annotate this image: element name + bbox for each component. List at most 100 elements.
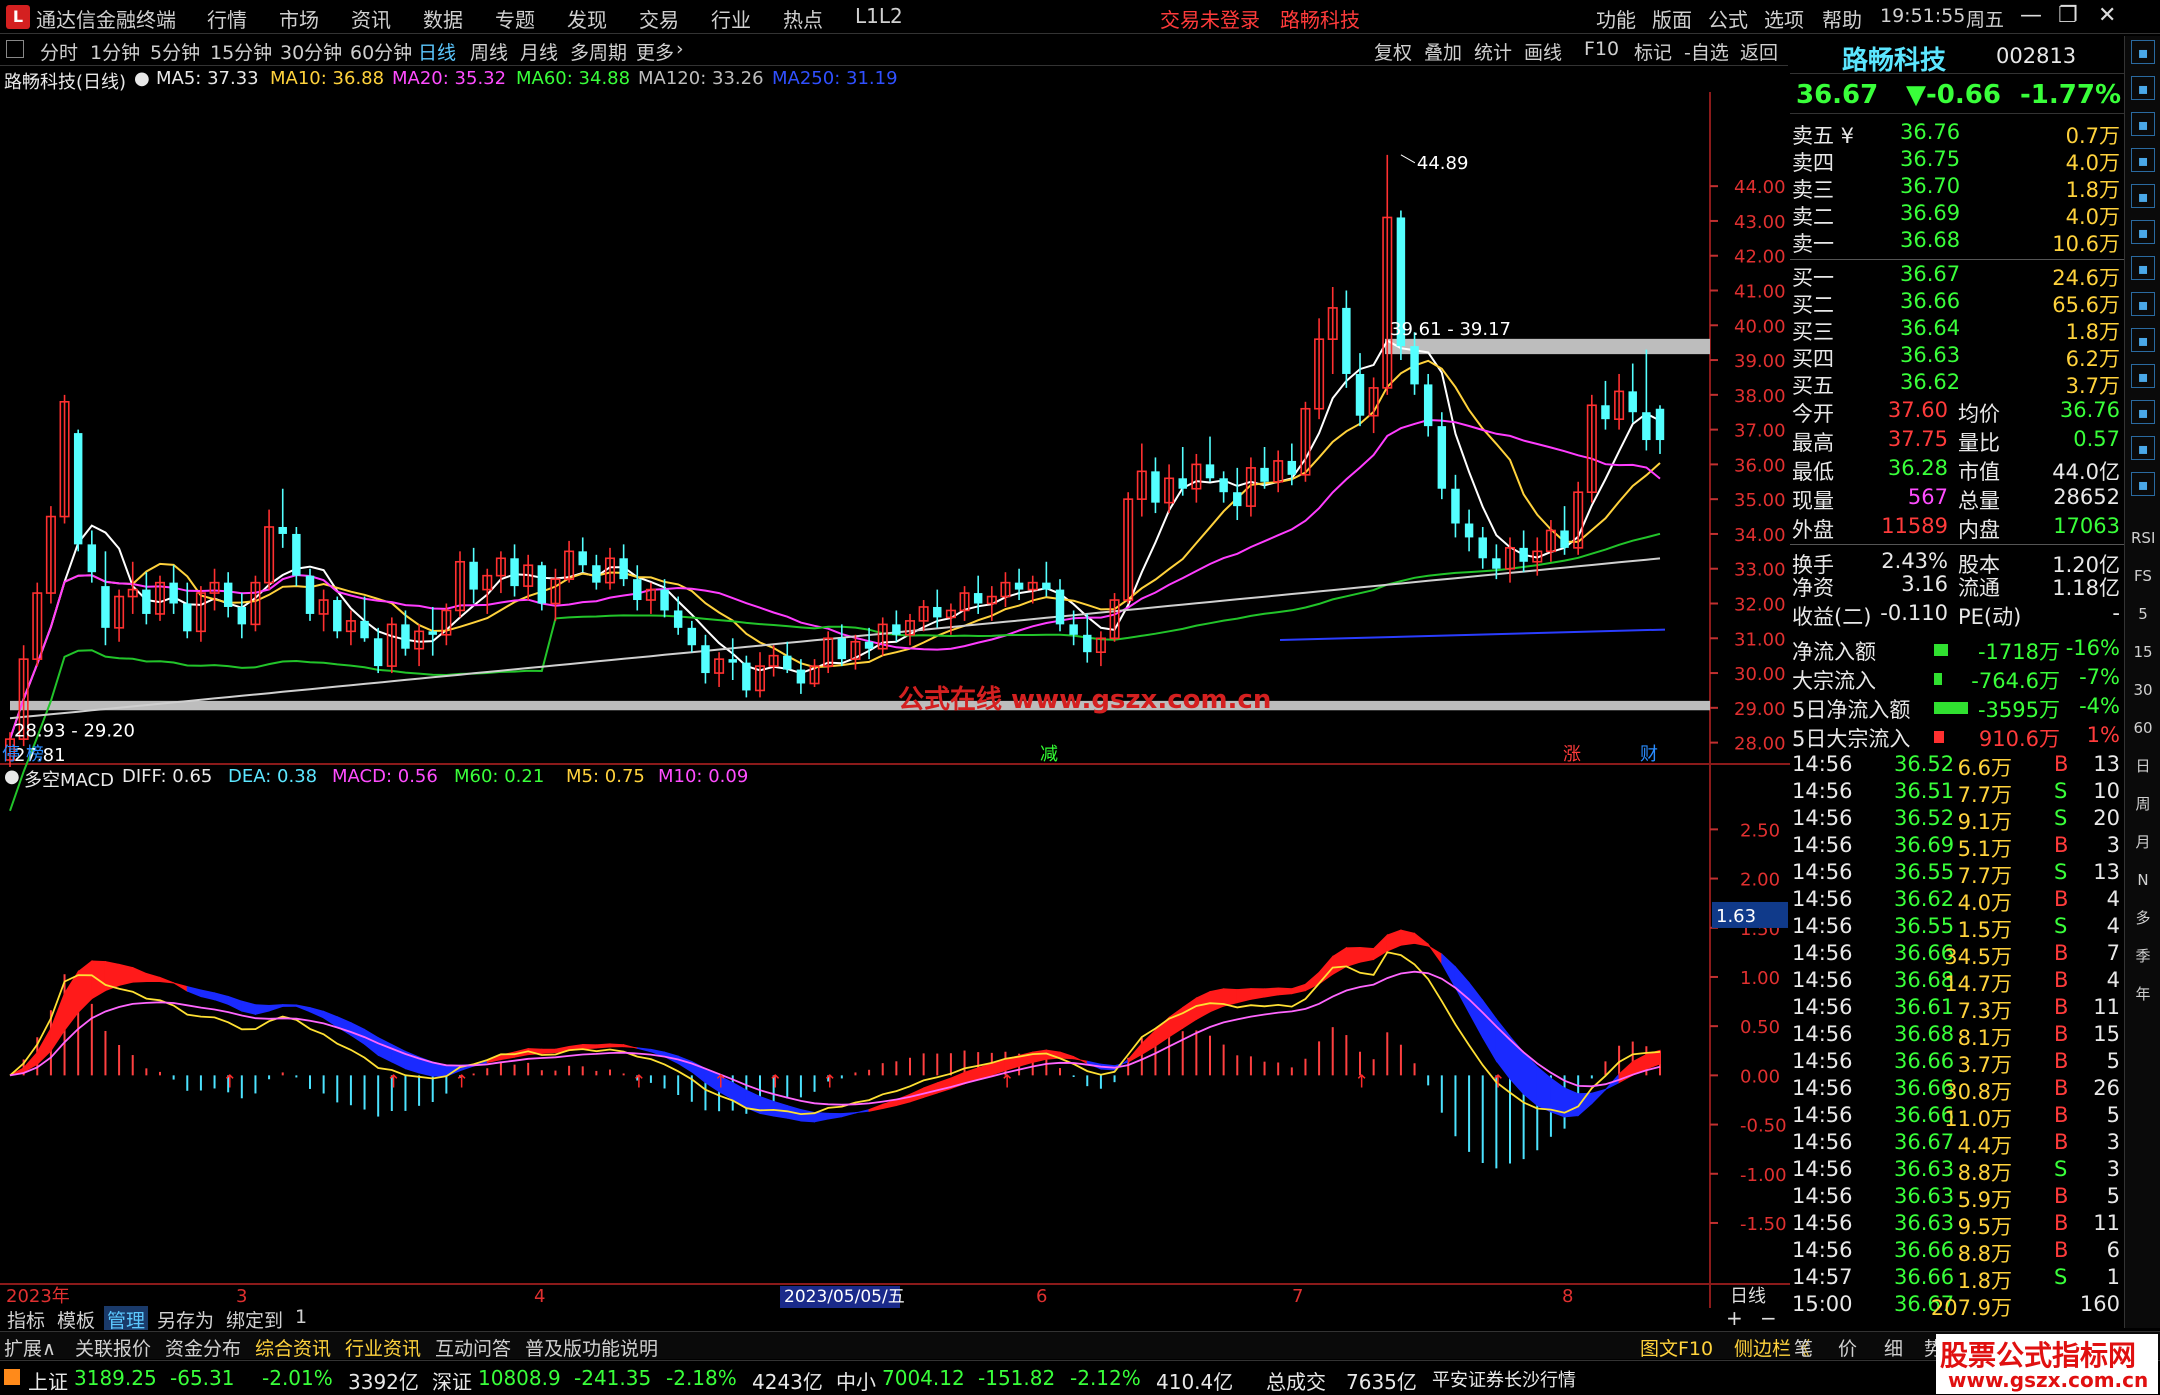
chart-area[interactable]: ↑ ↑ ↑ ↑ ↑ ↑ ↑ ↑ ↑ ↑ 44.0043.0042.0041.0040.0039.0… xyxy=(0,68,1790,1308)
order-sell-row[interactable]: 卖一 36.68 10.6万 xyxy=(1790,228,2124,256)
order-buy-row[interactable]: 买二 36.66 65.6万 xyxy=(1790,289,2124,317)
indicator-tab-5[interactable]: 1 xyxy=(292,1306,310,1330)
sidebar-label[interactable]: 多 xyxy=(2131,906,2155,930)
tab-xi[interactable]: 细 xyxy=(1884,1334,1903,1361)
period-tab-1min[interactable]: 1分钟 xyxy=(90,38,140,65)
toolbar-overlay[interactable]: 叠加 xyxy=(1424,38,1462,65)
menu-topics[interactable]: 专题 xyxy=(495,4,535,33)
sidebar-label[interactable]: 30 xyxy=(2131,678,2155,702)
macd-settings-icon[interactable]: ● xyxy=(4,766,20,787)
sidebar-label[interactable]: 5 xyxy=(2131,602,2155,626)
period-tab-60min[interactable]: 60分钟 xyxy=(350,38,412,65)
menu-hot[interactable]: 热点 xyxy=(783,4,823,33)
f10-icon[interactable]: ▪ xyxy=(2131,328,2155,352)
order-buy-row[interactable]: 买一 36.67 24.6万 xyxy=(1790,262,2124,290)
sidebar-label[interactable]: FS xyxy=(2131,564,2155,588)
menu-options[interactable]: 选项 xyxy=(1764,4,1804,33)
sidebar-label[interactable]: N xyxy=(2131,868,2155,892)
arrow-down-icon[interactable]: ▪ xyxy=(2131,112,2155,136)
toolbar-mark[interactable]: 标记 xyxy=(1634,38,1672,65)
list-icon[interactable]: ▪ xyxy=(2131,184,2155,208)
link-icon[interactable]: ▪ xyxy=(2131,436,2155,460)
flow-key: 5日大宗流入 xyxy=(1792,727,1911,751)
bottom-tab-6[interactable]: 普及版功能说明 xyxy=(525,1334,658,1361)
menu-data[interactable]: 数据 xyxy=(423,4,463,33)
menu-news[interactable]: 资讯 xyxy=(351,4,391,33)
menu-market[interactable]: 市场 xyxy=(279,4,319,33)
arrow-left-icon[interactable]: ▪ xyxy=(2131,40,2155,64)
toolbar-back[interactable]: 返回 xyxy=(1740,38,1778,65)
menu-trade[interactable]: 交易 xyxy=(639,4,679,33)
order-sell-row[interactable]: 卖五 ¥ 36.76 0.7万 xyxy=(1790,120,2124,148)
sidebar-label[interactable]: 月 xyxy=(2131,830,2155,854)
expand-icon[interactable] xyxy=(6,40,24,58)
tab-bi[interactable]: 笔 xyxy=(1794,1334,1813,1361)
macd-band xyxy=(636,1047,652,1053)
chart-settings-icon[interactable]: ● xyxy=(134,68,150,89)
indicator-tab-2[interactable]: 管理 xyxy=(104,1306,149,1332)
order-buy-row[interactable]: 买五 36.62 3.7万 xyxy=(1790,370,2124,398)
tools-icon[interactable]: ▪ xyxy=(2131,256,2155,280)
restore-icon[interactable]: ❐ xyxy=(2058,3,2078,28)
bottom-tab-2[interactable]: 资金分布 xyxy=(165,1334,241,1361)
globe-icon[interactable]: ▪ xyxy=(2131,472,2155,496)
toolbar-remove-watch[interactable]: -自选 xyxy=(1684,38,1729,65)
order-sell-row[interactable]: 卖四 36.75 4.0万 xyxy=(1790,147,2124,175)
menu-quotes[interactable]: 行情 xyxy=(207,4,247,33)
period-tab-30min[interactable]: 30分钟 xyxy=(280,38,342,65)
toolbar-fuquan[interactable]: 复权 xyxy=(1374,38,1412,65)
login-status[interactable]: 交易未登录 xyxy=(1160,4,1260,33)
zoom-out-icon[interactable]: − xyxy=(1760,1306,1777,1330)
toolbar-f10[interactable]: F10 xyxy=(1584,38,1619,60)
menu-layout[interactable]: 版面 xyxy=(1652,4,1692,33)
table-icon[interactable]: ▪ xyxy=(2131,400,2155,424)
bottom-tab-4[interactable]: 行业资讯 xyxy=(345,1334,421,1361)
sidebar-label[interactable]: 日 xyxy=(2131,754,2155,778)
sidebar-label[interactable]: 季 xyxy=(2131,944,2155,968)
menu-discover[interactable]: 发现 xyxy=(567,4,607,33)
minimize-icon[interactable]: — xyxy=(2020,3,2042,28)
period-tab-multi[interactable]: 多周期 xyxy=(570,38,627,65)
menu-industry[interactable]: 行业 xyxy=(711,4,751,33)
menu-help[interactable]: 帮助 xyxy=(1822,4,1862,33)
bottom-tab-0[interactable]: 扩展∧ xyxy=(4,1334,56,1361)
period-tab-15min[interactable]: 15分钟 xyxy=(210,38,272,65)
zoom-in-icon[interactable]: + xyxy=(1726,1306,1743,1330)
order-sell-row[interactable]: 卖三 36.70 1.8万 xyxy=(1790,174,2124,202)
bottom-tab-3[interactable]: 综合资讯 xyxy=(255,1334,331,1361)
order-sell-row[interactable]: 卖二 36.69 4.0万 xyxy=(1790,201,2124,229)
period-tab-5min[interactable]: 5分钟 xyxy=(150,38,200,65)
arrow-up-icon[interactable]: ▪ xyxy=(2131,76,2155,100)
indicator-tab-3[interactable]: 另存为 xyxy=(154,1306,217,1332)
sidebar-label[interactable]: RSI xyxy=(2131,526,2155,550)
bottom-tab-1[interactable]: 关联报价 xyxy=(75,1334,151,1361)
menu-function[interactable]: 功能 xyxy=(1596,4,1636,33)
sidebar-label[interactable]: 60 xyxy=(2131,716,2155,740)
order-buy-row[interactable]: 买三 36.64 1.8万 xyxy=(1790,316,2124,344)
chevron-right-icon[interactable]: › xyxy=(676,38,684,60)
period-tab-more[interactable]: 更多 xyxy=(636,38,674,65)
tab-jia[interactable]: 价 xyxy=(1838,1334,1857,1361)
menu-l1l2[interactable]: L1L2 xyxy=(855,4,903,28)
period-tab-monthly[interactable]: 月线 xyxy=(520,38,558,65)
toolbar-draw[interactable]: 画线 xyxy=(1524,38,1562,65)
indicator-tab-1[interactable]: 模板 xyxy=(54,1306,98,1332)
indicator-tab-0[interactable]: 指标 xyxy=(4,1306,48,1332)
close-icon[interactable]: ✕ xyxy=(2098,3,2116,28)
period-tab-weekly[interactable]: 周线 xyxy=(470,38,508,65)
menu-formula[interactable]: 公式 xyxy=(1708,4,1748,33)
bottom-tab-5[interactable]: 互动问答 xyxy=(435,1334,511,1361)
order-buy-row[interactable]: 买四 36.63 6.2万 xyxy=(1790,343,2124,371)
period-tab-daily[interactable]: 日线 xyxy=(418,38,456,65)
sidebar-label[interactable]: 周 xyxy=(2131,792,2155,816)
tab-f10[interactable]: 图文F10 xyxy=(1640,1334,1713,1361)
sidebar-label[interactable]: 年 xyxy=(2131,982,2155,1006)
grid-icon[interactable]: ▪ xyxy=(2131,292,2155,316)
toolbar-stats[interactable]: 统计 xyxy=(1474,38,1512,65)
chart-icon[interactable]: ▪ xyxy=(2131,148,2155,172)
sidebar-label[interactable]: 15 xyxy=(2131,640,2155,664)
period-tab-fenshi[interactable]: 分时 xyxy=(40,38,78,65)
indicator-tab-4[interactable]: 绑定到 xyxy=(223,1306,286,1332)
chart-line-icon[interactable]: ▪ xyxy=(2131,220,2155,244)
stack-icon[interactable]: ▪ xyxy=(2131,364,2155,388)
